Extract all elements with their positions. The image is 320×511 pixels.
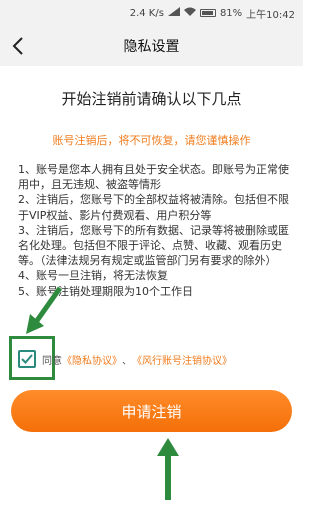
annotation-arrow-button (157, 438, 179, 500)
signal-icon (167, 7, 180, 19)
battery-icon (199, 9, 216, 17)
agreement-row: 同意 《隐私协议》 、 《风行账号注销协议》 (18, 349, 293, 369)
agree-separator: 、 (122, 355, 132, 367)
term-item: 5、账号注销处理期限为10个工作日 (18, 284, 193, 298)
warning-text: 账号注销后，将不可恢复，请您谨慎操作 (52, 134, 251, 147)
page-title: 隐私设置 (123, 39, 180, 55)
confirm-heading: 开始注销前请确认以下几点 (61, 90, 242, 108)
network-speed: 2.4 K/s (129, 7, 164, 19)
check-icon (21, 354, 33, 364)
term-item: 2、注销后，您账号下的全部权益将被清除。包括但不限于VIP权益、影片付费观看、用… (18, 193, 289, 222)
status-bar: 2.4 K/s 81% 上午10:42 (0, 0, 303, 26)
account-cancel-agreement-link[interactable]: 《风行账号注销协议》 (132, 352, 232, 367)
agree-prefix: 同意 (42, 355, 62, 367)
term-item: 3、注销后，您账号下的所有数据、记录等将被删除或匿名化处理。包括但不限于评论、点… (18, 223, 289, 268)
chevron-left-icon (12, 37, 23, 55)
agree-checkbox[interactable] (18, 350, 36, 368)
back-button[interactable] (8, 34, 28, 58)
clock: 上午10:42 (246, 9, 295, 21)
apply-cancel-button[interactable]: 申请注销 (11, 390, 292, 432)
battery-level: 81% (219, 7, 243, 19)
title-bar: 隐私设置 (0, 26, 303, 66)
privacy-policy-link[interactable]: 《隐私协议》 (62, 352, 122, 367)
term-item: 1、账号是您本人拥有且处于安全状态。即账号为正常使用中，且无违规、被盗等情形 (18, 163, 289, 192)
terms-list: 1、账号是您本人拥有且处于安全状态。即账号为正常使用中，且无违规、被盗等情形 2… (18, 162, 290, 299)
term-item: 4、账号一旦注销，将无法恢复 (18, 269, 168, 283)
wifi-icon (183, 7, 196, 19)
